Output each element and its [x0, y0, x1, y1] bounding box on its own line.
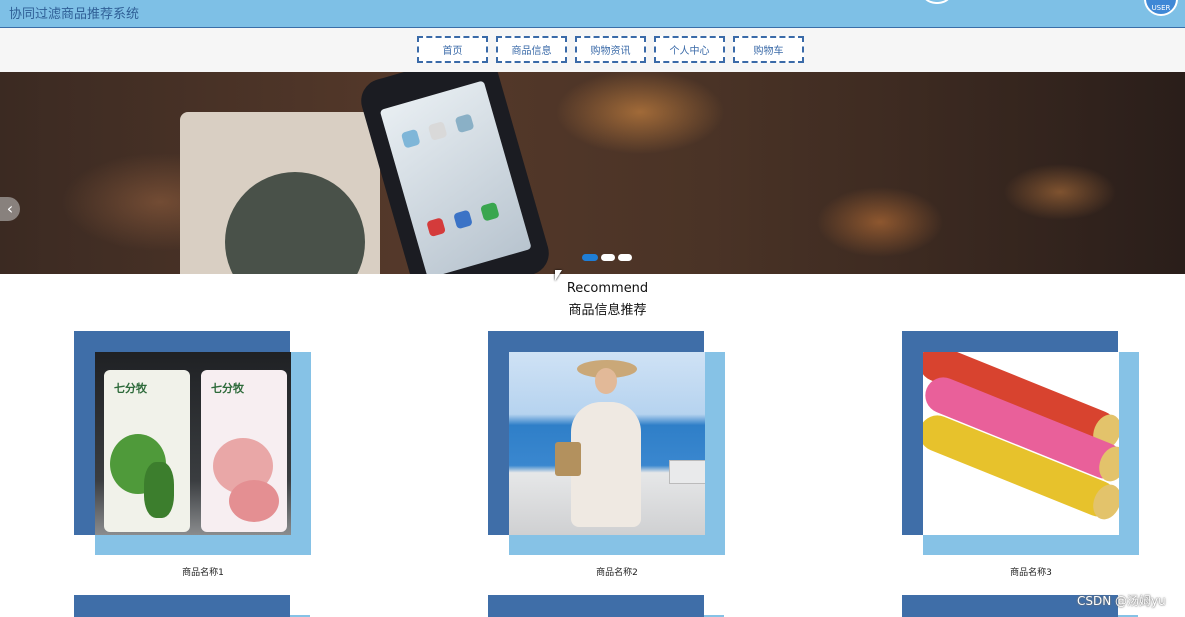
site-title: 协同过滤商品推荐系统 [9, 7, 140, 22]
white-dress [571, 402, 641, 527]
mask-package-apple: 七分牧 [201, 370, 287, 532]
avatar-label: USER [1151, 4, 1171, 12]
can-lid [1088, 480, 1119, 524]
carousel-dot-2[interactable] [601, 254, 615, 261]
product-name[interactable]: 商品名称1 [74, 565, 332, 578]
carousel-dot-1[interactable] [582, 254, 598, 261]
mouse-cursor-icon [555, 270, 562, 281]
apple-slice [229, 480, 279, 522]
watermark: CSDN @汤姆yu [1077, 594, 1166, 608]
carousel-indicators [582, 254, 635, 261]
nav-item-home[interactable]: 首页 [417, 36, 488, 63]
nav-item-products[interactable]: 商品信息 [496, 36, 567, 63]
banner-phone-image [356, 72, 554, 274]
product-card-1[interactable]: 七分牧 七分牧 商品名称1 [74, 331, 314, 581]
product-name[interactable]: 商品名称2 [488, 565, 746, 578]
mask-brand-text: 七分牧 [211, 382, 244, 395]
app-icon [426, 217, 446, 238]
cucumber [144, 462, 174, 518]
carousel-dot-3[interactable] [618, 254, 632, 261]
avatar[interactable]: USER [1144, 0, 1178, 16]
carousel-prev-button[interactable]: ‹ [0, 197, 20, 221]
product-card-4-partial[interactable] [74, 595, 290, 617]
nav-item-user-center[interactable]: 个人中心 [654, 36, 725, 63]
product-image-1[interactable]: 七分牧 七分牧 [95, 352, 291, 535]
product-card-5-partial[interactable] [488, 595, 704, 617]
product-image-3[interactable] [923, 352, 1119, 535]
user-menu-icon[interactable] [920, 0, 954, 4]
beach-chair [669, 460, 705, 484]
nav-list: 首页 商品信息 购物资讯 个人中心 购物车 [417, 36, 812, 63]
app-icon [427, 121, 448, 141]
product-name[interactable]: 商品名称3 [902, 565, 1160, 578]
phone-screen [379, 80, 532, 274]
app-icon [454, 113, 475, 134]
product-card-3[interactable]: 商品名称3 [902, 331, 1142, 581]
app-icon [400, 128, 421, 149]
section-title-en: Recommend [566, 281, 649, 296]
top-header: 协同过滤商品推荐系统 USER [0, 0, 1185, 28]
straw-bag [555, 442, 581, 476]
main-navigation: 首页 商品信息 购物资讯 个人中心 购物车 [0, 28, 1185, 72]
mask-brand-text: 七分牧 [114, 382, 147, 395]
model-head [595, 368, 617, 394]
mask-package-cucumber: 七分牧 [104, 370, 190, 532]
app-icon [480, 201, 500, 222]
nav-item-shopping-news[interactable]: 购物资讯 [575, 36, 646, 63]
banner-carousel[interactable]: ‹ [0, 72, 1185, 274]
product-image-2[interactable] [509, 352, 705, 535]
app-icon [453, 209, 473, 230]
product-card-2[interactable]: 商品名称2 [488, 331, 728, 581]
section-title-cn: 商品信息推荐 [568, 303, 647, 318]
nav-item-cart[interactable]: 购物车 [733, 36, 804, 63]
